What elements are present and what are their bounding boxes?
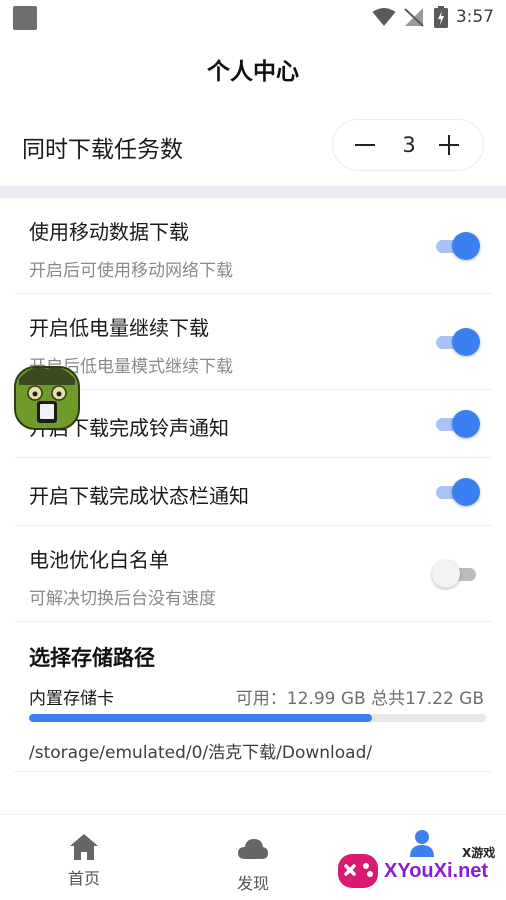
gamepad-logo-icon xyxy=(338,854,378,888)
battery-charging-icon xyxy=(433,6,448,28)
nav-home[interactable]: 首页 xyxy=(24,815,144,900)
cloud-icon xyxy=(238,839,268,859)
storage-capacity: 可用：12.99 GB 总共17.22 GB xyxy=(235,689,484,709)
storage-heading: 选择存储路径 xyxy=(29,646,155,670)
setting-ringtone-notification: 开启下载完成铃声通知 xyxy=(14,390,492,458)
nav-discover[interactable]: 发现 xyxy=(193,815,313,900)
setting-mobile-data: 使用移动数据下载 开启后可使用移动网络下载 xyxy=(14,198,492,294)
stepper-value: 3 xyxy=(402,133,416,157)
no-signal-icon xyxy=(404,8,424,27)
setting-title: 电池优化白名单 xyxy=(29,548,169,572)
page-title: 个人中心 xyxy=(207,59,299,85)
storage-usage-bar xyxy=(29,714,486,722)
ringtone-notification-toggle[interactable] xyxy=(432,409,480,439)
home-icon xyxy=(70,834,98,860)
concurrent-downloads-row: 同时下载任务数 3 xyxy=(0,116,506,176)
watermark-small-text: X游戏 xyxy=(462,846,496,860)
setting-low-battery: 开启低电量继续下载 开启后低电量模式继续下载 xyxy=(14,294,492,390)
wifi-icon xyxy=(372,8,396,26)
watermark: X游戏 XYouXi.net xyxy=(334,838,504,896)
setting-title: 使用移动数据下载 xyxy=(29,220,189,244)
status-bar: 3:57 xyxy=(0,0,506,34)
status-time: 3:57 xyxy=(455,7,494,27)
nav-label: 发现 xyxy=(236,874,269,893)
setting-battery-whitelist: 电池优化白名单 可解决切换后台没有速度 xyxy=(14,526,492,622)
setting-statusbar-notification: 开启下载完成状态栏通知 xyxy=(14,458,492,526)
floating-mascot-icon[interactable] xyxy=(13,363,81,431)
storage-usage-fill xyxy=(29,714,372,722)
watermark-text: XYouXi.net xyxy=(384,860,489,882)
setting-description: 开启后可使用移动网络下载 xyxy=(29,261,233,281)
settings-list: 使用移动数据下载 开启后可使用移动网络下载 开启低电量继续下载 开启后低电量模式… xyxy=(14,198,492,772)
decrement-button[interactable] xyxy=(355,144,375,146)
concurrent-downloads-stepper: 3 xyxy=(332,119,484,171)
storage-name: 内置存储卡 xyxy=(29,689,114,709)
battery-whitelist-toggle[interactable] xyxy=(432,559,480,589)
storage-path: /storage/emulated/0/浩克下载/Download/ xyxy=(29,743,373,763)
statusbar-notification-toggle[interactable] xyxy=(432,477,480,507)
section-divider xyxy=(0,186,506,198)
increment-button[interactable] xyxy=(439,135,459,155)
setting-title: 开启下载完成状态栏通知 xyxy=(29,484,249,508)
storage-section[interactable]: 选择存储路径 内置存储卡 可用：12.99 GB 总共17.22 GB /sto… xyxy=(14,622,492,772)
nav-label: 首页 xyxy=(67,869,100,888)
notification-icon xyxy=(13,6,37,30)
low-battery-toggle[interactable] xyxy=(432,327,480,357)
mobile-data-toggle[interactable] xyxy=(432,231,480,261)
setting-title: 开启低电量继续下载 xyxy=(29,316,209,340)
concurrent-downloads-label: 同时下载任务数 xyxy=(22,137,183,163)
setting-description: 可解决切换后台没有速度 xyxy=(29,589,216,609)
